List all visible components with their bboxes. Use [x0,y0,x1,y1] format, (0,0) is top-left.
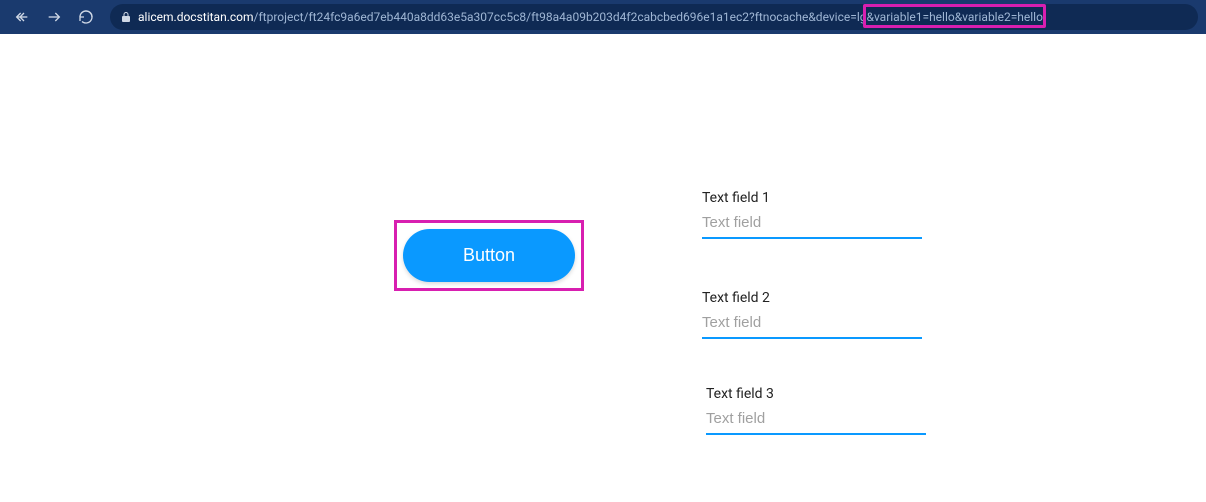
text-field-3-label: Text field 3 [706,386,926,402]
text-field-3-input[interactable] [706,406,926,435]
url-host: alicem.docstitan.com [138,10,254,24]
url-path: /ftproject/ft24fc9a6ed7eb440a8dd63e5a307… [254,10,867,24]
forward-button[interactable] [40,3,68,31]
text-field-2-label: Text field 2 [702,290,922,306]
arrow-left-icon [14,9,30,25]
address-bar[interactable]: alicem.docstitan.com/ftproject/ft24fc9a6… [110,4,1198,30]
arrow-right-icon [46,9,62,25]
url-query-highlighted: &variable1=hello&variable2=hello [866,10,1042,24]
main-button[interactable]: Button [403,229,575,282]
text-field-1: Text field 1 [702,190,922,239]
back-button[interactable] [8,3,36,31]
button-highlight-box: Button [394,220,584,291]
text-field-2-input[interactable] [702,310,922,339]
browser-toolbar: alicem.docstitan.com/ftproject/ft24fc9a6… [0,0,1206,34]
text-field-1-input[interactable] [702,210,922,239]
text-field-1-label: Text field 1 [702,190,922,206]
text-field-2: Text field 2 [702,290,922,339]
lock-icon [120,11,132,23]
text-field-3: Text field 3 [706,386,926,435]
reload-button[interactable] [72,3,100,31]
reload-icon [78,9,94,25]
page-content: Button Text field 1 Text field 2 Text fi… [0,34,1206,502]
